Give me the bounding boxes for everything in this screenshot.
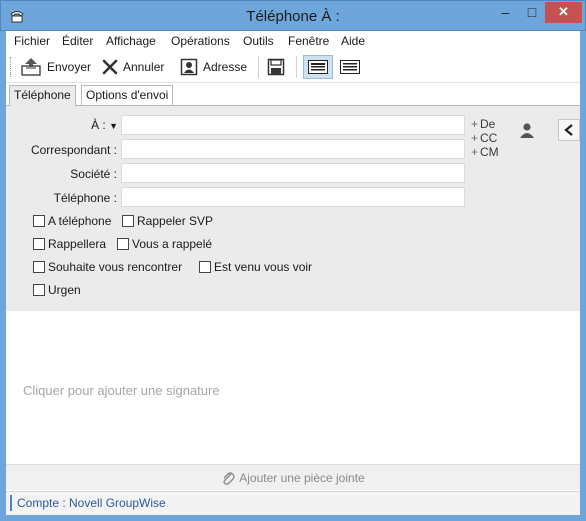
toolbar-separator	[296, 56, 297, 78]
phone-field[interactable]	[121, 187, 465, 207]
view-plain-button[interactable]	[335, 55, 365, 79]
checkbox-label: Rappeler SVP	[137, 214, 214, 228]
checkbox-label: Rappellera	[48, 237, 107, 251]
checkbox-label: Urgen	[48, 283, 81, 297]
plus-icon: +	[471, 145, 479, 159]
checkbox-box[interactable]	[33, 238, 45, 250]
collapse-panel-button[interactable]	[558, 119, 580, 141]
add-bc-link[interactable]: + CM	[471, 145, 499, 159]
menu-fenetre[interactable]: Fenêtre	[288, 34, 329, 48]
address-book-icon	[180, 58, 198, 76]
correspondent-field[interactable]	[121, 139, 465, 159]
add-bc-label: CM	[480, 145, 499, 159]
save-disk-icon	[267, 58, 285, 76]
checkbox-please-call[interactable]: Rappeler SVP	[122, 214, 213, 228]
toolbar-grip[interactable]	[10, 57, 13, 77]
add-from-label: De	[480, 117, 496, 131]
cancel-label: Annuler	[123, 60, 165, 74]
message-body[interactable]: Cliquer pour ajouter une signature	[6, 311, 580, 464]
checkbox-wants-to-meet[interactable]: Souhaite vous rencontrer	[33, 260, 182, 274]
close-button[interactable]: ✕	[545, 2, 582, 23]
chevron-left-icon	[564, 124, 573, 136]
send-icon	[21, 58, 41, 76]
tab-strip: Téléphone Options d'envoi	[6, 83, 580, 107]
person-icon[interactable]	[519, 122, 535, 141]
checkbox-urgent[interactable]: Urgen	[33, 283, 81, 297]
maximize-button[interactable]: □	[519, 2, 545, 23]
company-field[interactable]	[121, 163, 465, 183]
minimize-button[interactable]: –	[492, 2, 519, 23]
add-cc-link[interactable]: + CC	[471, 131, 497, 145]
checkbox-label: A téléphone	[48, 214, 112, 228]
checkbox-will-call[interactable]: Rappellera	[33, 237, 106, 251]
plus-icon: +	[471, 117, 479, 131]
to-label-group[interactable]: À : ▼	[88, 118, 118, 132]
company-label: Société :	[70, 167, 117, 181]
status-bar: Compte : Novell GroupWise	[6, 491, 580, 515]
checkbox-box[interactable]	[33, 215, 45, 227]
toolbar-separator	[258, 56, 259, 78]
send-label: Envoyer	[47, 60, 92, 74]
cancel-x-icon	[102, 59, 118, 75]
menu-outils[interactable]: Outils	[243, 34, 274, 48]
menu-editer[interactable]: Éditer	[62, 34, 93, 48]
attach-bar[interactable]: Ajouter une pièce jointe	[6, 464, 580, 490]
menu-bar: Fichier Éditer Affichage Opérations Outi…	[6, 31, 580, 51]
checkbox-box[interactable]	[122, 215, 134, 227]
message-header: À : ▼ Correspondant : Société : Téléphon…	[6, 106, 580, 311]
send-button[interactable]: Envoyer	[20, 56, 91, 78]
chevron-down-icon: ▼	[109, 121, 118, 131]
cancel-button[interactable]: Annuler	[102, 56, 164, 78]
paperclip-icon	[223, 471, 235, 485]
checkbox-label: Vous a rappelé	[132, 237, 213, 251]
checkbox-box[interactable]	[33, 261, 45, 273]
address-label: Adresse	[203, 60, 248, 74]
menu-affichage[interactable]: Affichage	[106, 34, 156, 48]
checkbox-box[interactable]	[199, 261, 211, 273]
checkbox-came-to-see[interactable]: Est venu vous voir	[199, 260, 312, 274]
menu-aide[interactable]: Aide	[341, 34, 365, 48]
to-field[interactable]	[121, 115, 465, 135]
tab-send-options[interactable]: Options d'envoi	[81, 85, 174, 106]
attach-label: Ajouter une pièce jointe	[239, 470, 365, 485]
signature-placeholder[interactable]: Cliquer pour ajouter une signature	[23, 383, 220, 398]
add-cc-label: CC	[480, 131, 498, 145]
account-status[interactable]: Compte : Novell GroupWise	[10, 495, 166, 511]
tab-telephone[interactable]: Téléphone	[9, 85, 76, 107]
checkbox-label: Souhaite vous rencontrer	[48, 260, 183, 274]
view-plain-icon	[340, 60, 360, 74]
address-button[interactable]: Adresse	[180, 56, 247, 78]
checkbox-box[interactable]	[33, 284, 45, 296]
toolbar: Envoyer Annuler Adresse	[6, 51, 580, 83]
checkbox-returned-call[interactable]: Vous a rappelé	[117, 237, 212, 251]
save-button[interactable]	[267, 56, 290, 78]
checkbox-label: Est venu vous voir	[214, 260, 313, 274]
add-from-link[interactable]: + De	[471, 117, 495, 131]
checkbox-telephoned[interactable]: A téléphone	[33, 214, 111, 228]
view-normal-button[interactable]	[303, 55, 333, 79]
view-normal-icon	[308, 60, 328, 74]
correspondent-label: Correspondant :	[30, 143, 117, 157]
menu-operations[interactable]: Opérations	[171, 34, 230, 48]
title-bar: Téléphone À : – □ ✕	[0, 0, 586, 31]
phone-label: Téléphone :	[53, 191, 117, 205]
to-label: À :	[91, 118, 106, 132]
menu-fichier[interactable]: Fichier	[14, 34, 50, 48]
plus-icon: +	[471, 131, 479, 145]
checkbox-box[interactable]	[117, 238, 129, 250]
